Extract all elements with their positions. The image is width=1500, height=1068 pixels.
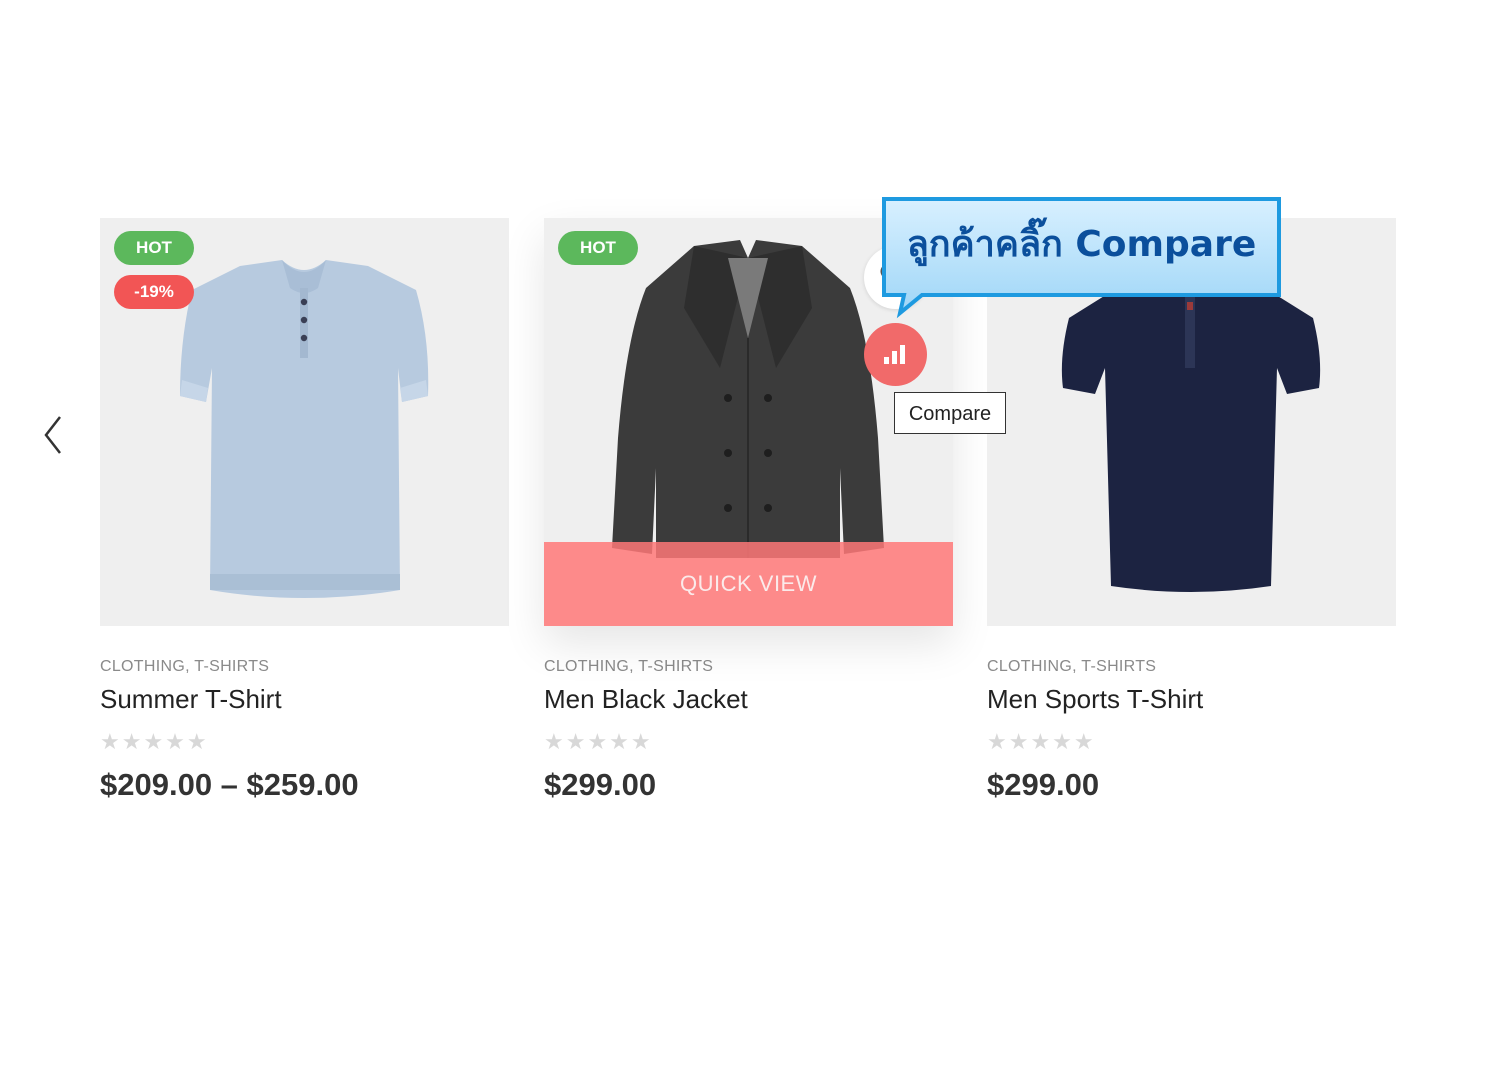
product-price: $299.00 — [544, 767, 657, 802]
product-price: $299.00 — [987, 767, 1100, 802]
annotation-callout: ลูกค้าคลิ๊ก Compare — [880, 195, 1283, 319]
category-link-t-shirts[interactable]: T-SHIRTS — [638, 658, 713, 675]
category-link-clothing[interactable]: CLOTHING — [544, 658, 629, 675]
carousel-prev-button[interactable] — [38, 414, 70, 456]
product-price: $209.00 – $259.00 — [100, 767, 359, 802]
discount-badge: -19% — [114, 275, 194, 309]
product-image[interactable]: HOT -19% — [100, 218, 509, 626]
quick-view-button[interactable]: QUICK VIEW — [544, 542, 953, 626]
product-title[interactable]: Men Black Jacket — [544, 684, 953, 715]
hot-badge: HOT — [558, 231, 638, 265]
product-card[interactable]: HOT -19% CLOTHING, T-SHIRTS Summer T-Shi… — [100, 218, 509, 803]
star-rating: ★★★★★ — [100, 729, 209, 754]
star-rating: ★★★★★ — [544, 729, 653, 754]
category-link-t-shirts[interactable]: T-SHIRTS — [194, 658, 269, 675]
category-link-clothing[interactable]: CLOTHING — [100, 658, 185, 675]
annotation-text: ลูกค้าคลิ๊ก Compare — [906, 224, 1257, 265]
compare-tooltip: Compare — [894, 392, 1006, 434]
hot-badge: HOT — [114, 231, 194, 265]
compare-button[interactable] — [864, 323, 927, 386]
category-link-t-shirts[interactable]: T-SHIRTS — [1081, 658, 1156, 675]
category-separator: , — [1072, 658, 1082, 675]
chevron-left-icon — [44, 416, 61, 454]
product-carousel: HOT -19% CLOTHING, T-SHIRTS Summer T-Shi… — [0, 0, 1500, 1068]
product-title[interactable]: Summer T-Shirt — [100, 684, 509, 715]
category-link-clothing[interactable]: CLOTHING — [987, 658, 1072, 675]
product-categories: CLOTHING, T-SHIRTS — [100, 658, 509, 676]
product-categories: CLOTHING, T-SHIRTS — [987, 658, 1396, 676]
star-rating: ★★★★★ — [987, 729, 1096, 754]
product-categories: CLOTHING, T-SHIRTS — [544, 658, 953, 676]
bar-chart-icon — [884, 345, 905, 364]
product-title[interactable]: Men Sports T-Shirt — [987, 684, 1396, 715]
category-separator: , — [629, 658, 639, 675]
category-separator: , — [185, 658, 195, 675]
